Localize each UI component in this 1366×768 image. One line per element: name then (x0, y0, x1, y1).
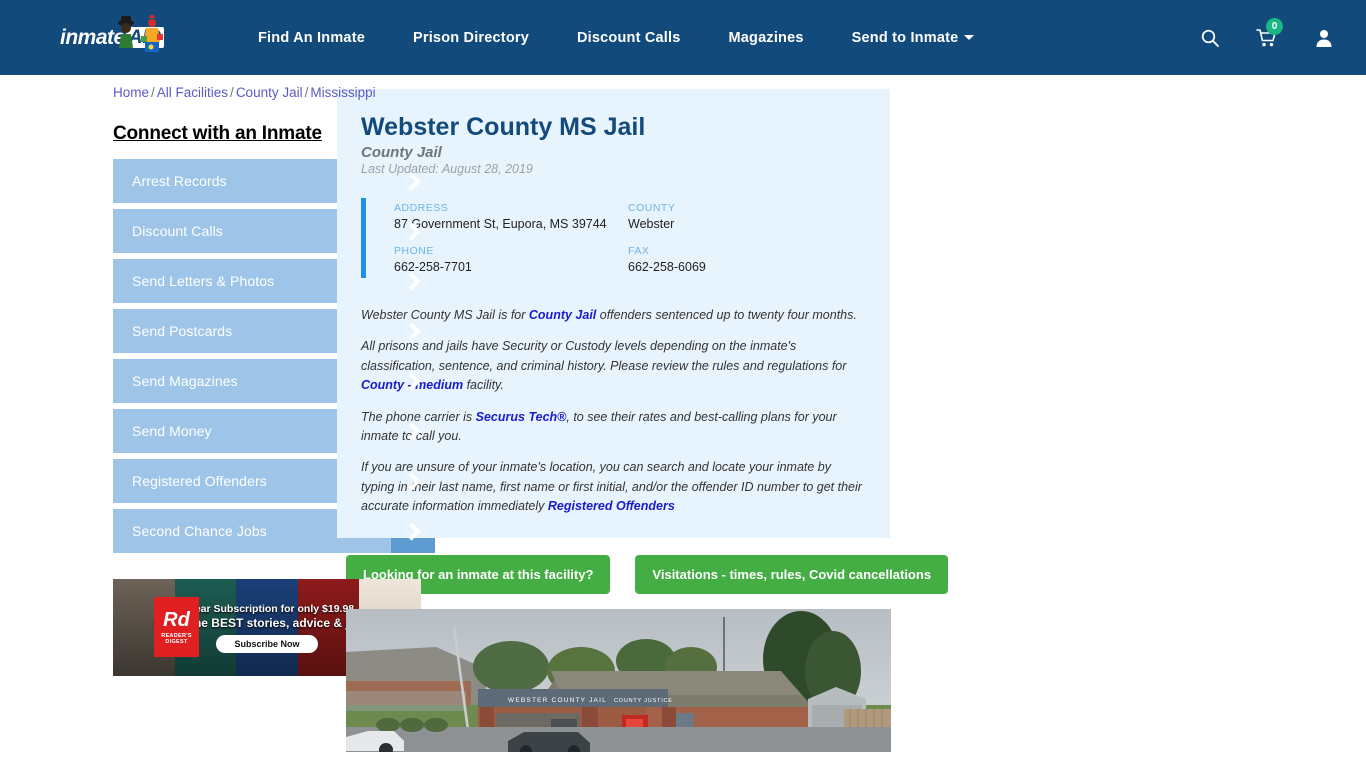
sidebar-title: Connect with an Inmate (113, 123, 322, 144)
text-segment: The phone carrier is (361, 409, 476, 424)
ad-subscribe-button[interactable]: Subscribe Now (216, 634, 318, 653)
header-icon-group: 0 (1200, 17, 1348, 48)
breadcrumb-separator: / (230, 85, 234, 100)
link-county-jail[interactable]: County Jail (529, 308, 596, 322)
chevron-down-icon (964, 35, 975, 40)
breadcrumb-item-mississippi[interactable]: Mississippi (310, 85, 375, 100)
nav-label: Send to Inmate (851, 29, 959, 46)
text-segment: All prisons and jails have Security or C… (361, 339, 847, 373)
description-paragraph-1: Webster County MS Jail is for County Jai… (361, 306, 862, 325)
main-content: Webster County MS Jail County Jail Last … (337, 89, 949, 753)
last-updated-text: Last Updated: August 28, 2019 (361, 162, 533, 176)
sidebar: Connect with an Inmate Arrest Records Di… (0, 89, 435, 752)
nav-item-magazines[interactable]: Magazines (729, 30, 804, 46)
county-label: COUNTY (628, 202, 676, 214)
fax-field: FAX 662-258-6069 (628, 245, 862, 274)
user-icon (1316, 29, 1332, 47)
nav-item-prison-directory[interactable]: Prison Directory (413, 30, 529, 46)
breadcrumb-item-county-jail[interactable]: County Jail (236, 85, 303, 100)
jail-building-photo: WEBSTER COUNTY JAIL COUNTY JUSTICE (346, 609, 891, 753)
county-value: Webster (628, 217, 675, 231)
site-logo[interactable]: inmate AID (60, 13, 180, 58)
building-sign-text: WEBSTER COUNTY JAIL (508, 697, 607, 704)
search-icon (1201, 29, 1219, 47)
cart-count-badge: 0 (1266, 17, 1283, 35)
readers-digest-logo: Rd READER'S DIGEST (154, 597, 199, 657)
nav-item-send-to-inmate[interactable]: Send to Inmate (852, 30, 975, 46)
address-value: 87 Government St, Eupora, MS 39744 (394, 217, 607, 231)
text-segment: offenders sentenced up to twenty four mo… (596, 308, 857, 322)
breadcrumb-item-home[interactable]: Home (113, 85, 149, 100)
description-paragraph-2: All prisons and jails have Security or C… (361, 337, 862, 395)
building-sign-text-right: COUNTY JUSTICE (614, 698, 673, 704)
phone-field: PHONE 662-258-7701 (394, 245, 628, 274)
account-button[interactable] (1314, 28, 1334, 48)
search-button[interactable] (1200, 28, 1220, 48)
ad-headline: 1 Year Subscription for only $19.98 (179, 602, 355, 615)
county-field: COUNTY Webster (628, 202, 862, 231)
description-paragraph-3: The phone carrier is Securus Tech®, to s… (361, 408, 862, 447)
breadcrumb-separator: / (151, 85, 155, 100)
facility-info-panel: Webster County MS Jail County Jail Last … (337, 89, 890, 539)
main-navigation: Find An Inmate Prison Directory Discount… (258, 30, 975, 46)
nav-label: Find An Inmate (258, 29, 365, 46)
description-paragraph-4: If you are unsure of your inmate's locat… (361, 458, 862, 516)
link-securus-tech[interactable]: Securus Tech® (476, 410, 567, 424)
nav-label: Prison Directory (412, 29, 529, 46)
nav-label: Magazines (728, 29, 804, 46)
fax-label: FAX (628, 245, 650, 257)
fax-value: 662-258-6069 (628, 260, 706, 274)
phone-value: 662-258-7701 (394, 260, 472, 274)
nav-item-discount-calls[interactable]: Discount Calls (577, 30, 681, 46)
breadcrumb: Home / All Facilities / County Jail / Mississi… (113, 85, 376, 100)
visitations-button[interactable]: Visitations - times, rules, Covid cancel… (635, 555, 949, 595)
text-segment: Webster County MS Jail is for (361, 308, 529, 322)
facility-photo: WEBSTER COUNTY JAIL COUNTY JUSTICE (346, 609, 891, 753)
logo-characters-icon (118, 13, 163, 52)
nav-item-find-an-inmate[interactable]: Find An Inmate (258, 30, 365, 46)
page-title: Webster County MS Jail (361, 113, 646, 141)
breadcrumb-item-all-facilities[interactable]: All Facilities (157, 85, 228, 100)
cart-button[interactable]: 0 (1256, 17, 1283, 48)
phone-label: PHONE (394, 245, 434, 257)
link-registered-offenders[interactable]: Registered Offenders (548, 499, 675, 513)
nav-label: Discount Calls (577, 29, 681, 46)
page-body: Home / All Facilities / County Jail / Mississi… (0, 75, 1366, 753)
ad-brand-big: Rd (163, 608, 190, 631)
address-field: ADDRESS 87 Government St, Eupora, MS 397… (394, 202, 628, 231)
breadcrumb-separator: / (304, 85, 309, 100)
ad-brand-small: READER'S DIGEST (161, 632, 192, 645)
text-segment: facility. (463, 378, 504, 393)
facility-type: County Jail (361, 144, 442, 161)
facility-description: Webster County MS Jail is for County Jai… (361, 306, 862, 516)
site-header: inmate AID Find An Inmate Prison Directo… (0, 0, 1366, 75)
contact-details: ADDRESS 87 Government St, Eupora, MS 397… (361, 198, 862, 278)
address-label: ADDRESS (394, 202, 449, 214)
